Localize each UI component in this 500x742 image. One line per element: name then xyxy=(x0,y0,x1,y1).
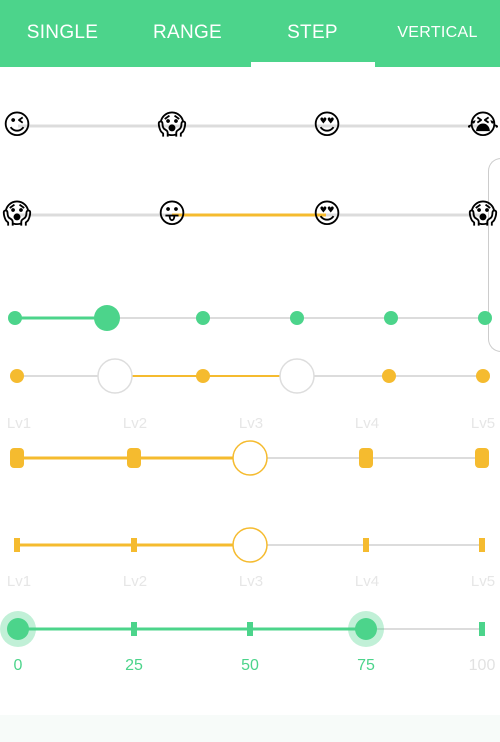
value-label: 100 xyxy=(468,657,496,674)
range-thumb-end[interactable] xyxy=(355,618,377,640)
value-label: 75 xyxy=(357,657,375,674)
number-range-slider[interactable] xyxy=(0,611,485,647)
step-dot[interactable] xyxy=(476,369,490,383)
step-dot[interactable] xyxy=(196,311,210,325)
level-label: Lv4 xyxy=(354,573,380,590)
slider-thumb[interactable] xyxy=(94,305,120,331)
slider-thumb[interactable] xyxy=(232,527,268,563)
step-dot[interactable] xyxy=(10,369,24,383)
level-label: Lv1 xyxy=(6,573,32,590)
level-label: Lv3 xyxy=(238,415,264,432)
step-tick[interactable] xyxy=(131,622,137,636)
tongue-out-icon[interactable]: 😛 xyxy=(155,198,189,232)
step-tick[interactable] xyxy=(363,538,369,552)
step-dot[interactable] xyxy=(290,311,304,325)
range-thumb-start[interactable] xyxy=(7,618,29,640)
step-dot[interactable] xyxy=(384,311,398,325)
step-tick[interactable] xyxy=(14,538,20,552)
heart-eyes-icon[interactable]: 😍 xyxy=(310,198,344,232)
heart-eyes-icon[interactable]: 😍 xyxy=(310,109,344,143)
value-label: 0 xyxy=(13,657,23,674)
scream-mask-icon[interactable]: 😱 xyxy=(466,198,500,232)
level-label: Lv5 xyxy=(470,415,496,432)
tick-step-slider[interactable] xyxy=(14,527,485,563)
step-pill[interactable] xyxy=(475,448,489,468)
scream-mask-icon[interactable]: 😱 xyxy=(0,198,34,232)
wink-smile-icon[interactable]: 😉 xyxy=(0,109,34,143)
value-label: 50 xyxy=(241,657,259,674)
scream-mask-icon[interactable]: 😱 xyxy=(155,109,189,143)
green-step-slider[interactable] xyxy=(8,305,492,331)
pill-step-slider[interactable] xyxy=(10,440,489,476)
step-dot[interactable] xyxy=(8,311,22,325)
step-tick[interactable] xyxy=(479,622,485,636)
level-label: Lv1 xyxy=(6,415,32,432)
level-label: Lv5 xyxy=(470,573,496,590)
step-pill[interactable] xyxy=(127,448,141,468)
level-label: Lv4 xyxy=(354,415,380,432)
yellow-step-range-slider[interactable] xyxy=(10,358,490,394)
step-tick[interactable] xyxy=(479,538,485,552)
level-label: Lv2 xyxy=(122,415,148,432)
slider-thumb[interactable] xyxy=(232,440,268,476)
range-thumb-end[interactable] xyxy=(279,358,315,394)
step-pill[interactable] xyxy=(10,448,24,468)
step-pill[interactable] xyxy=(359,448,373,468)
level-label: Lv2 xyxy=(122,573,148,590)
value-label: 25 xyxy=(125,657,143,674)
step-dot[interactable] xyxy=(478,311,492,325)
crying-icon[interactable]: 😭 xyxy=(466,109,500,143)
step-tick[interactable] xyxy=(131,538,137,552)
step-dot[interactable] xyxy=(382,369,396,383)
level-label: Lv3 xyxy=(238,573,264,590)
range-thumb-start[interactable] xyxy=(97,358,133,394)
sliders-canvas xyxy=(0,124,492,647)
step-dot[interactable] xyxy=(196,369,210,383)
step-tick[interactable] xyxy=(247,622,253,636)
